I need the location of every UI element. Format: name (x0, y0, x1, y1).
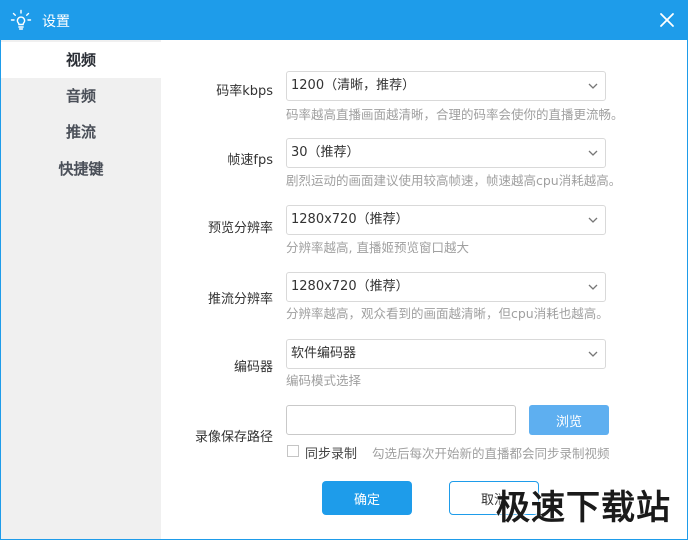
preview-resolution-hint: 分辨率越高, 直播姬预览窗口越大 (286, 240, 469, 255)
encoder-label: 编码器 (233, 360, 273, 375)
sidebar-item-shortcuts[interactable]: 快捷键 (1, 151, 161, 187)
bitrate-label: 码率kbps (216, 84, 273, 99)
fps-value: 30（推荐） (291, 145, 360, 160)
record-path-input[interactable] (286, 405, 516, 435)
lightbulb-icon (10, 9, 32, 30)
preview-resolution-label: 预览分辨率 (207, 221, 273, 236)
fps-select[interactable]: 30（推荐） (286, 138, 606, 168)
close-icon[interactable] (656, 9, 678, 31)
bitrate-value: 1200（清晰，推荐） (291, 78, 416, 93)
window-title: 设置 (42, 14, 70, 30)
chevron-down-icon (588, 83, 598, 89)
bitrate-select[interactable]: 1200（清晰，推荐） (286, 71, 606, 101)
bitrate-hint: 码率越高直播画面越清晰，合理的码率会使你的直播更流畅。 (286, 107, 624, 122)
chevron-down-icon (588, 217, 598, 223)
confirm-button[interactable]: 确定 (322, 481, 412, 515)
sync-record-checkbox[interactable] (287, 445, 299, 457)
browse-button[interactable]: 浏览 (529, 405, 609, 435)
chevron-down-icon (588, 351, 598, 357)
sync-record-label[interactable]: 同步录制 (305, 443, 357, 462)
chevron-down-icon (588, 284, 598, 290)
watermark-text: 极速下载站 (496, 488, 671, 528)
stream-resolution-label: 推流分辨率 (207, 292, 273, 307)
stream-resolution-value: 1280x720（推荐） (291, 279, 409, 294)
fps-hint: 剧烈运动的画面建议使用较高帧速，帧速越高cpu消耗越高。 (286, 173, 622, 188)
preview-resolution-select[interactable]: 1280x720（推荐） (286, 205, 606, 235)
stream-resolution-hint: 分辨率越高，观众看到的画面越清晰，但cpu消耗也越高。 (286, 306, 609, 321)
stream-resolution-select[interactable]: 1280x720（推荐） (286, 272, 606, 302)
preview-resolution-value: 1280x720（推荐） (291, 212, 409, 227)
sidebar-item-stream[interactable]: 推流 (1, 114, 161, 150)
sidebar: 视频 音频 推流 快捷键 (1, 40, 161, 539)
encoder-select[interactable]: 软件编码器 (286, 339, 606, 369)
chevron-down-icon (588, 150, 598, 156)
sync-record-hint: 勾选后每次开始新的直播都会同步录制视频 (372, 446, 610, 461)
encoder-value: 软件编码器 (291, 346, 357, 361)
sidebar-item-audio[interactable]: 音频 (1, 78, 161, 114)
encoder-hint: 编码模式选择 (286, 373, 362, 388)
title-bar: 设置 (0, 0, 688, 40)
sidebar-item-video[interactable]: 视频 (1, 42, 161, 78)
fps-label: 帧速fps (227, 153, 273, 168)
record-path-label: 录像保存路径 (194, 430, 273, 445)
